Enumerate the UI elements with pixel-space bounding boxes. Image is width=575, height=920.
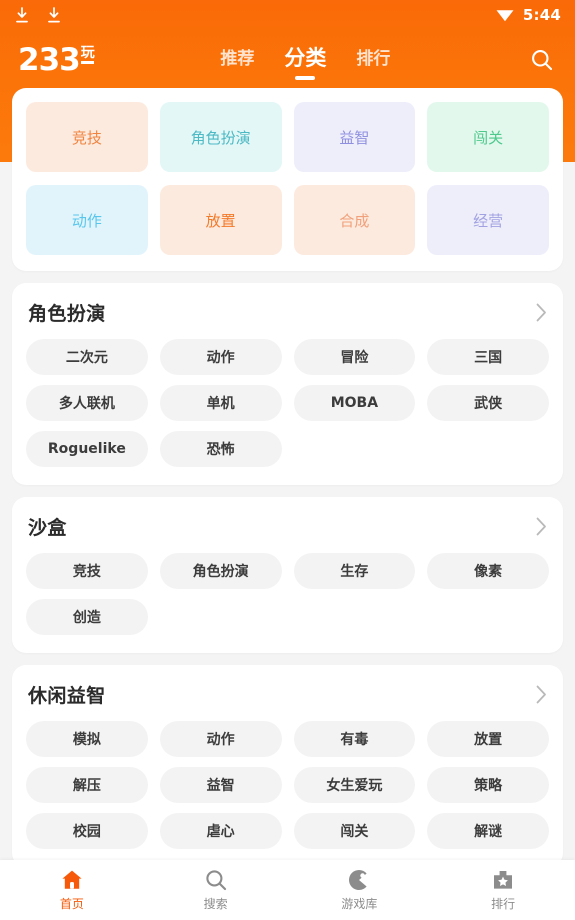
bottom-nav-label: 排行: [491, 897, 516, 911]
tag-list-casual: 模拟 动作 有毒 放置 解压 益智 女生爱玩 策略 校园 虐心 闯关 解谜: [26, 721, 549, 861]
page-content: 竞技 角色扮演 益智 闯关 动作 放置 合成 经营 角色扮演 二次元 动作 冒险…: [0, 88, 575, 920]
tag-item[interactable]: 动作: [159, 721, 282, 757]
bottom-nav-home[interactable]: 首页: [0, 860, 144, 920]
app-header: 233 玩 推荐 分类 排行: [0, 32, 575, 88]
quick-tile-yizhi[interactable]: 益智: [293, 102, 416, 172]
tag-item[interactable]: 像素: [427, 553, 549, 589]
tag-item[interactable]: 多人联机: [26, 385, 148, 421]
section-card-sandbox: 沙盒 竞技 角色扮演 生存 像素 创造: [12, 497, 563, 653]
quick-tile-chuangguan[interactable]: 闯关: [427, 102, 549, 172]
quick-tile-hecheng[interactable]: 合成: [293, 185, 416, 255]
tab-category[interactable]: 分类: [284, 42, 326, 79]
tag-item[interactable]: Roguelike: [26, 431, 148, 467]
chevron-right-icon: [536, 517, 547, 536]
tag-item[interactable]: 三国: [427, 339, 549, 375]
app-logo[interactable]: 233 玩: [18, 42, 95, 78]
chevron-right-icon: [536, 303, 547, 322]
bottom-nav-label: 首页: [59, 897, 84, 911]
quick-tile-juesebanyan[interactable]: 角色扮演: [159, 102, 282, 172]
quick-category-card: 竞技 角色扮演 益智 闯关 动作 放置 合成 经营: [12, 88, 563, 271]
section-title: 角色扮演: [28, 303, 106, 325]
section-title: 休闲益智: [28, 685, 106, 707]
tag-list-sandbox: 竞技 角色扮演 生存 像素 创造: [26, 553, 549, 647]
quick-tile-fangzhi[interactable]: 放置: [159, 185, 282, 255]
section-header-casual[interactable]: 休闲益智: [26, 679, 549, 708]
status-bar-right: 5:44: [496, 6, 561, 24]
quick-category-grid: 竞技 角色扮演 益智 闯关 动作 放置 合成 经营: [26, 102, 549, 255]
tag-item[interactable]: 闯关: [293, 813, 416, 849]
logo-number: 233: [18, 42, 81, 78]
section-title: 沙盒: [28, 517, 67, 539]
home-icon: [60, 868, 84, 892]
tag-item[interactable]: 二次元: [26, 339, 148, 375]
tag-item[interactable]: 策略: [427, 767, 549, 803]
tag-item[interactable]: 女生爱玩: [293, 767, 416, 803]
tag-item[interactable]: MOBA: [293, 385, 416, 421]
tag-item[interactable]: 校园: [26, 813, 148, 849]
tag-item[interactable]: 虐心: [159, 813, 282, 849]
tag-item[interactable]: 角色扮演: [159, 553, 282, 589]
tag-item[interactable]: 模拟: [26, 721, 148, 757]
quick-tile-dongzuo[interactable]: 动作: [26, 185, 148, 255]
bottom-nav-ranking[interactable]: 排行: [431, 860, 575, 920]
section-card-casual: 休闲益智 模拟 动作 有毒 放置 解压 益智 女生爱玩 策略 校园 虐心 闯关 …: [12, 665, 563, 867]
header-tabs: 推荐 分类 排行: [84, 42, 527, 79]
bottom-nav-label: 搜索: [203, 897, 228, 911]
header-search-button[interactable]: [527, 45, 557, 75]
bottom-nav-search[interactable]: 搜索: [144, 860, 288, 920]
ranking-icon: [491, 868, 515, 892]
section-header-sandbox[interactable]: 沙盒: [26, 511, 549, 540]
status-bar-clock: 5:44: [522, 6, 561, 24]
bottom-nav-label: 游戏库: [341, 897, 378, 911]
chevron-right-icon: [536, 685, 547, 704]
bottom-navigation: 首页 搜索 游戏库 排行: [0, 860, 575, 920]
tag-item[interactable]: 有毒: [293, 721, 416, 757]
tag-item[interactable]: 竞技: [26, 553, 148, 589]
tag-item[interactable]: 武侠: [427, 385, 549, 421]
search-icon: [204, 868, 228, 892]
section-header-rpg[interactable]: 角色扮演: [26, 297, 549, 326]
quick-tile-jingying[interactable]: 经营: [427, 185, 549, 255]
tag-item[interactable]: 解压: [26, 767, 148, 803]
download-icon: [46, 6, 62, 24]
status-bar-left: [14, 6, 62, 24]
tag-item[interactable]: 放置: [427, 721, 549, 757]
tag-item[interactable]: 恐怖: [159, 431, 282, 467]
tag-item[interactable]: 冒险: [293, 339, 416, 375]
bottom-nav-gamelib[interactable]: 游戏库: [288, 860, 432, 920]
quick-tile-jingji[interactable]: 竞技: [26, 102, 148, 172]
tag-item[interactable]: 动作: [159, 339, 282, 375]
section-card-rpg: 角色扮演 二次元 动作 冒险 三国 多人联机 单机 MOBA 武侠 Roguel…: [12, 283, 563, 485]
tab-recommend[interactable]: 推荐: [220, 44, 254, 76]
tag-item[interactable]: 益智: [159, 767, 282, 803]
pacman-icon: [347, 868, 371, 892]
download-icon: [14, 6, 30, 24]
status-bar: 5:44: [0, 0, 575, 30]
tag-item[interactable]: 创造: [26, 599, 148, 635]
wifi-icon: [496, 8, 514, 22]
tag-item[interactable]: 生存: [293, 553, 416, 589]
tag-list-rpg: 二次元 动作 冒险 三国 多人联机 单机 MOBA 武侠 Roguelike 恐…: [26, 339, 549, 479]
tag-item[interactable]: 解谜: [427, 813, 549, 849]
tab-ranking[interactable]: 排行: [356, 44, 390, 76]
tag-item[interactable]: 单机: [159, 385, 282, 421]
